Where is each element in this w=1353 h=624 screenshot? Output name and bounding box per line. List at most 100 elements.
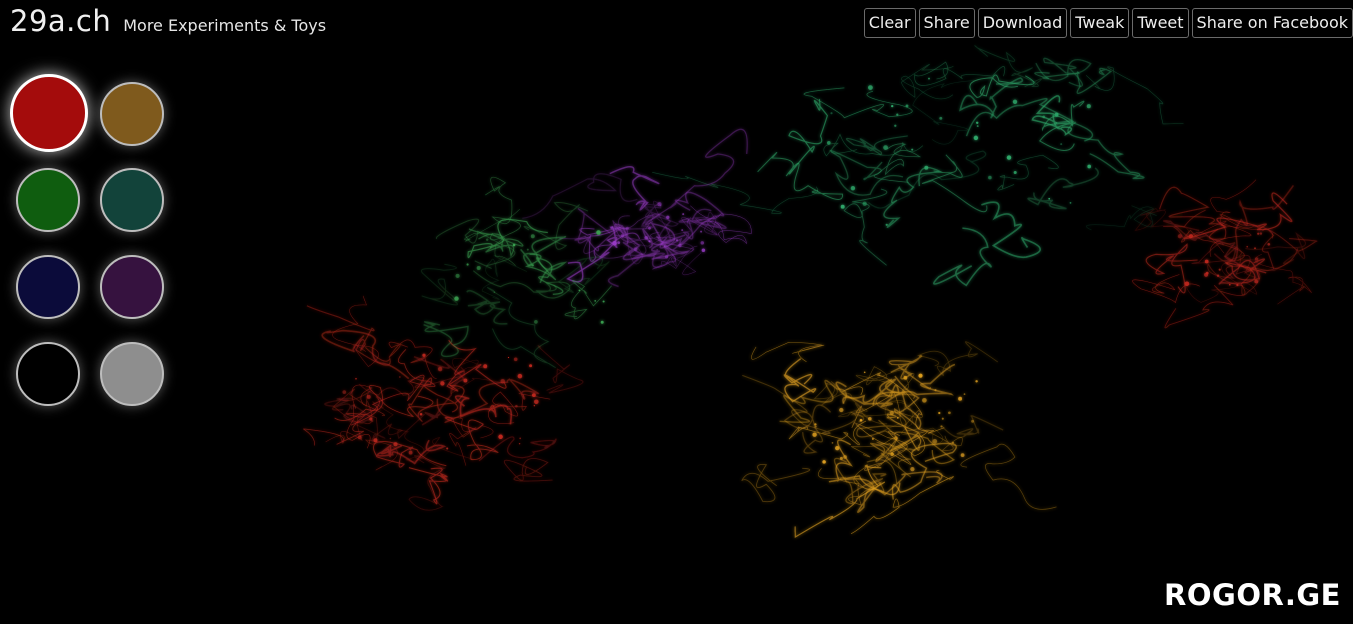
paint-spark	[700, 241, 705, 245]
paint-trail	[842, 363, 956, 408]
paint-trail	[981, 201, 1041, 259]
paint-spark	[389, 437, 392, 440]
paint-spark	[940, 425, 943, 428]
paint-spark	[355, 377, 357, 380]
swatch-navy[interactable]	[16, 255, 80, 319]
paint-spark	[814, 425, 817, 428]
more-experiments-link[interactable]: More Experiments & Toys	[123, 16, 326, 35]
paint-spark	[485, 238, 489, 241]
paint-spark	[843, 455, 847, 459]
share-on-facebook-button[interactable]: Share on Facebook	[1191, 8, 1353, 38]
paint-spark	[507, 356, 510, 359]
paint-trail	[869, 431, 956, 465]
paint-spark	[518, 442, 521, 445]
paint-spark	[910, 466, 915, 472]
paint-trail	[974, 45, 1042, 88]
paint-spark	[871, 437, 874, 440]
paint-spark	[644, 235, 649, 240]
site-title-link[interactable]: 29a.ch	[10, 4, 111, 38]
paint-spark	[617, 241, 621, 245]
swatch-purple[interactable]	[100, 255, 164, 319]
paint-spark	[941, 417, 944, 420]
paint-spark	[938, 411, 941, 415]
tweet-button[interactable]: Tweet	[1132, 8, 1189, 38]
paint-spark	[1013, 170, 1017, 175]
paint-spark	[493, 291, 496, 293]
paint-trail	[564, 279, 612, 320]
share-button[interactable]: Share	[918, 8, 975, 38]
paint-spark	[517, 373, 523, 379]
paint-spark	[830, 112, 833, 115]
paint-trail	[487, 287, 556, 368]
paint-spark	[1257, 232, 1260, 235]
paint-spark	[373, 438, 378, 443]
paint-spark	[534, 320, 538, 324]
paint-spark	[512, 243, 516, 247]
swatch-black[interactable]	[16, 342, 80, 406]
paint-spark	[975, 121, 979, 125]
paint-trail	[969, 74, 1035, 98]
paint-spark	[840, 204, 845, 209]
paint-spark	[513, 357, 518, 362]
paint-spark	[678, 243, 682, 248]
paint-spark	[839, 407, 844, 413]
paint-spark	[867, 416, 872, 421]
download-button[interactable]: Download	[977, 8, 1068, 38]
paint-spark	[1086, 104, 1091, 109]
paint-spark	[1048, 197, 1051, 200]
paint-spark	[648, 226, 651, 230]
paint-trail	[466, 289, 508, 325]
brand: 29a.ch More Experiments & Toys	[10, 4, 326, 38]
paint-spark	[633, 247, 638, 251]
paint-spark	[666, 215, 670, 219]
paint-trail	[788, 98, 829, 175]
paint-spark	[890, 452, 894, 456]
paint-trail	[321, 329, 410, 380]
paint-spark	[1205, 271, 1209, 275]
paint-spark	[610, 226, 613, 230]
paint-spark	[971, 419, 975, 423]
swatch-gray[interactable]	[100, 342, 164, 406]
paint-spark	[664, 245, 666, 247]
swatch-gold[interactable]	[100, 82, 164, 146]
paint-trail	[751, 341, 825, 363]
paint-spark	[422, 353, 426, 357]
drawing-canvas[interactable]	[0, 0, 1353, 624]
paint-trail	[823, 133, 924, 157]
paint-spark	[532, 393, 536, 397]
paint-spark	[454, 296, 459, 301]
paint-spark	[894, 436, 898, 440]
paint-spark	[664, 255, 669, 259]
paint-spark	[911, 148, 914, 151]
paint-spark	[862, 201, 867, 206]
paint-spark	[827, 141, 831, 145]
paint-trail	[1261, 228, 1318, 270]
paint-trail	[420, 263, 458, 306]
paint-spark	[446, 447, 449, 450]
swatch-teal[interactable]	[100, 168, 164, 232]
paint-spark	[1228, 283, 1231, 286]
paint-spark	[612, 240, 617, 246]
paint-spark	[903, 375, 908, 380]
paint-spark	[1204, 259, 1209, 264]
paint-spark	[498, 434, 503, 440]
paint-trail	[652, 245, 702, 276]
paint-spark	[371, 420, 374, 422]
tweak-button[interactable]: Tweak	[1070, 8, 1130, 38]
paint-spark	[918, 373, 923, 378]
rogor-logo[interactable]: ROGOR.GE	[1164, 578, 1341, 612]
paint-spark	[681, 229, 684, 232]
paint-trail	[652, 172, 818, 214]
paint-spark	[976, 125, 979, 128]
clear-button[interactable]: Clear	[863, 8, 916, 38]
paint-trail	[1163, 209, 1245, 261]
paint-trail	[408, 467, 449, 505]
paint-trail	[960, 443, 1057, 510]
paint-spark	[1042, 115, 1046, 119]
paint-spark	[675, 239, 679, 242]
swatch-green[interactable]	[16, 168, 80, 232]
paint-spark	[1255, 257, 1259, 261]
swatch-red[interactable]	[10, 74, 88, 152]
paint-spark	[868, 85, 873, 90]
paint-spark	[531, 264, 534, 267]
